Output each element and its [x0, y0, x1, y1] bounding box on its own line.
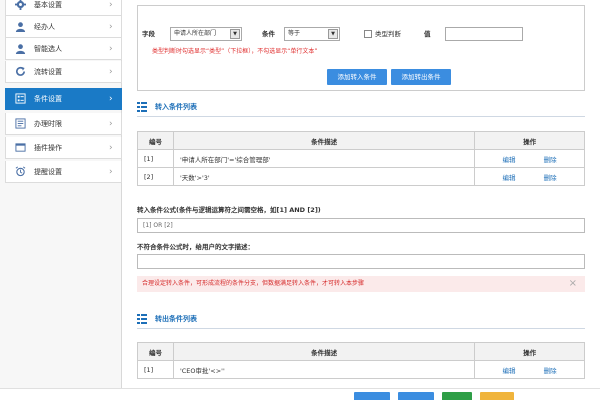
chevron-right-icon: › — [109, 166, 113, 177]
bottom-button[interactable] — [354, 392, 390, 400]
alert-text: 合理设定转入条件，可形成流程的条件分支，但数据满足转入条件，才可转入本步骤 — [142, 280, 365, 287]
row-desc: '天数'>'3' — [172, 167, 476, 186]
info-alert: 合理设定转入条件，可形成流程的条件分支，但数据满足转入条件，才可转入本步骤 × — [137, 276, 585, 292]
add-out-condition-button[interactable]: 添加转出条件 — [391, 69, 451, 85]
fail-description-label: 不符合条件公式时，给用户的文字描述： — [137, 243, 254, 251]
formula-input[interactable]: [1] OR [2] — [137, 218, 585, 233]
close-icon[interactable]: × — [569, 276, 577, 292]
condition-label: 条件 — [262, 30, 275, 38]
list-icon — [137, 102, 147, 112]
sidebar-item-reminder[interactable]: 提醒设置 › — [5, 161, 122, 183]
sidebar-item-basic-settings[interactable]: 基本设置 › — [5, 0, 122, 16]
list-icon — [137, 314, 147, 324]
main-panel: 字段 申请人所在部门 ▼ 条件 等于 ▼ 类型判断 值 类型判断时勾选显示“类型… — [122, 0, 600, 400]
bottom-toolbar — [0, 388, 600, 400]
bottom-button[interactable] — [398, 392, 434, 400]
window-icon — [14, 142, 26, 154]
sidebar-item-label: 办理时限 — [34, 119, 62, 128]
field-select[interactable]: 申请人所在部门 ▼ — [170, 27, 242, 41]
field-label: 字段 — [142, 30, 155, 38]
sidebar-item-label: 经办人 — [34, 22, 55, 31]
condition-select[interactable]: 等于 ▼ — [284, 27, 340, 41]
condition-form-row: 字段 申请人所在部门 ▼ 条件 等于 ▼ 类型判断 值 — [138, 27, 584, 41]
sidebar-item-label: 提醒设置 — [34, 167, 62, 176]
table-row: [2] '天数'>'3' 编辑 删除 — [137, 167, 585, 186]
col-header-ops: 操作 — [474, 342, 585, 361]
in-conditions-table: 编号 条件描述 操作 [1] '申请人所在部门'='综合管理部' 编辑 删除 [… — [137, 131, 585, 186]
sidebar-item-handler[interactable]: 经办人 › — [5, 16, 122, 38]
table-row: [1] 'CEO审批'<>'' 编辑 删除 — [137, 360, 585, 379]
chevron-right-icon: › — [109, 21, 113, 32]
in-conditions-section-title: 转入条件列表 — [137, 101, 197, 113]
row-ops: 编辑 删除 — [474, 360, 585, 379]
alarm-icon — [14, 166, 26, 178]
formula-label: 转入条件公式(条件与逻辑运算符之间需空格，如[1] AND [2]) — [137, 206, 321, 214]
in-conditions-title-text: 转入条件列表 — [155, 103, 197, 111]
condition-icon — [14, 93, 26, 105]
out-conditions-table: 编号 条件描述 操作 [1] 'CEO审批'<>'' 编辑 删除 — [137, 342, 585, 379]
bottom-button[interactable] — [480, 392, 514, 400]
sidebar-item-flow-settings[interactable]: 流转设置 › — [5, 61, 122, 83]
chevron-right-icon: › — [109, 0, 113, 10]
sidebar-item-smart-select[interactable]: 智能选人 › — [5, 38, 122, 60]
sidebar: 基本设置 › 经办人 › 智能选人 › 流转设置 › 条件设置 › 办理时限 › — [0, 0, 122, 400]
row-desc: 'CEO审批'<>'' — [172, 360, 476, 379]
col-header-desc: 条件描述 — [172, 342, 476, 361]
row-ops: 编辑 删除 — [474, 167, 585, 186]
delete-link[interactable]: 删除 — [544, 367, 557, 375]
refresh-icon — [14, 66, 26, 78]
edit-link[interactable]: 编辑 — [503, 174, 516, 182]
sidebar-item-label: 基本设置 — [34, 0, 62, 9]
gear-icon — [14, 0, 26, 11]
user-icon — [14, 43, 26, 55]
sidebar-item-time-limit[interactable]: 办理时限 › — [5, 113, 122, 135]
type-hint-text: 类型判断时勾选显示“类型”（下拉框），不勾选显示“单行文本” — [152, 48, 318, 55]
sidebar-item-label: 流转设置 — [34, 67, 62, 76]
row-desc: '申请人所在部门'='综合管理部' — [172, 149, 476, 168]
chevron-right-icon: › — [109, 43, 113, 54]
section-divider — [137, 116, 585, 117]
chevron-right-icon: › — [109, 142, 113, 153]
table-row: [1] '申请人所在部门'='综合管理部' 编辑 删除 — [137, 149, 585, 168]
edit-link[interactable]: 编辑 — [503, 156, 516, 164]
bottom-button[interactable] — [442, 392, 472, 400]
table-header-row: 编号 条件描述 操作 — [137, 342, 585, 361]
value-input[interactable] — [445, 27, 523, 41]
chevron-right-icon: › — [109, 66, 113, 77]
field-select-value: 申请人所在部门 — [174, 30, 217, 37]
sidebar-item-label: 条件设置 — [34, 94, 62, 103]
sidebar-item-condition-settings[interactable]: 条件设置 › — [5, 88, 122, 110]
chevron-right-icon: › — [109, 93, 113, 104]
add-in-condition-button[interactable]: 添加转入条件 — [327, 69, 387, 85]
user-icon — [14, 21, 26, 33]
col-header-desc: 条件描述 — [172, 131, 476, 150]
list-icon — [14, 118, 26, 130]
out-conditions-section-title: 转出条件列表 — [137, 313, 197, 325]
col-header-id: 编号 — [137, 131, 174, 150]
fail-description-input[interactable] — [137, 254, 585, 269]
row-id: [1] — [137, 360, 174, 379]
condition-form-panel: 字段 申请人所在部门 ▼ 条件 等于 ▼ 类型判断 值 类型判断时勾选显示“类型… — [137, 5, 585, 91]
chevron-down-icon: ▼ — [328, 29, 338, 39]
table-header-row: 编号 条件描述 操作 — [137, 131, 585, 150]
sidebar-item-label: 智能选人 — [34, 44, 62, 53]
condition-select-value: 等于 — [288, 30, 301, 37]
row-id: [2] — [137, 167, 174, 186]
section-divider — [137, 328, 585, 329]
row-ops: 编辑 删除 — [474, 149, 585, 168]
edit-link[interactable]: 编辑 — [503, 367, 516, 375]
delete-link[interactable]: 删除 — [544, 174, 557, 182]
type-check-checkbox[interactable] — [364, 30, 372, 38]
chevron-right-icon: › — [109, 118, 113, 129]
col-header-ops: 操作 — [474, 131, 585, 150]
sidebar-item-label: 插件操作 — [34, 143, 62, 152]
value-label: 值 — [424, 30, 431, 38]
delete-link[interactable]: 删除 — [544, 156, 557, 164]
out-conditions-title-text: 转出条件列表 — [155, 315, 197, 323]
row-id: [1] — [137, 149, 174, 168]
sidebar-item-plugin-ops[interactable]: 插件操作 › — [5, 137, 122, 159]
type-check-label: 类型判断 — [375, 30, 401, 38]
chevron-down-icon: ▼ — [230, 29, 240, 39]
col-header-id: 编号 — [137, 342, 174, 361]
